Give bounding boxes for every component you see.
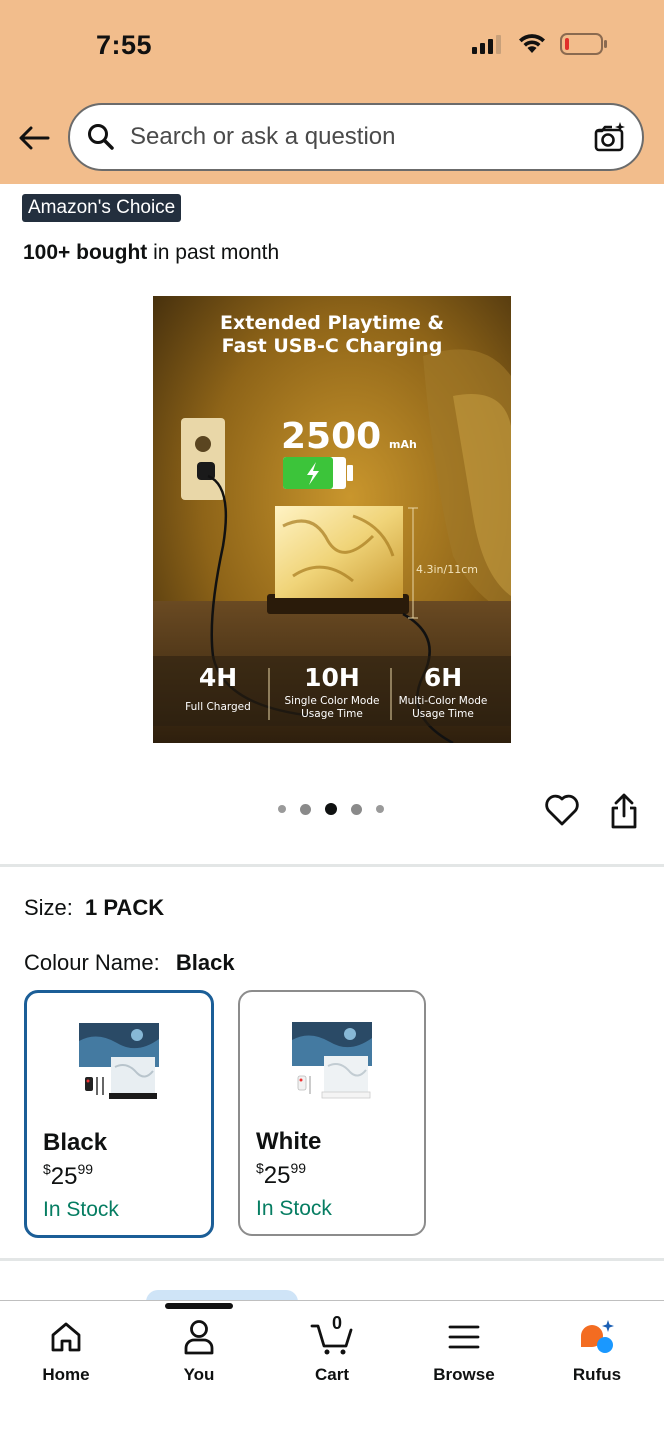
carousel-dot[interactable] <box>300 803 311 815</box>
app-header: 7:55 Search or ask a question <box>0 0 664 184</box>
price-fraction: 99 <box>290 1160 307 1176</box>
purchase-count: 100+ bought in past month <box>23 241 279 265</box>
stat-label-2a: Single Color Mode <box>285 695 380 707</box>
nav-label: Rufus <box>572 1365 622 1384</box>
product-page: 7:55 Search or ask a question Amazon's C… <box>0 0 664 1440</box>
colour-label: Colour Name: <box>24 950 160 975</box>
colour-swatch-black[interactable]: Black $2599 In Stock <box>24 990 214 1238</box>
colour-value: Black <box>175 950 235 975</box>
search-input[interactable]: Search or ask a question <box>130 123 592 151</box>
home-icon <box>46 1317 86 1357</box>
camera-search-icon[interactable] <box>592 119 628 155</box>
size-label: Size: <box>24 895 73 920</box>
rufus-icon <box>577 1317 617 1357</box>
image-headline-line2: Fast USB-C Charging <box>222 335 443 357</box>
colour-selector: Colour Name: Black <box>24 950 235 976</box>
swatch-price: $2599 <box>256 1160 306 1190</box>
share-icon[interactable] <box>608 792 640 830</box>
nav-browse[interactable]: Browse <box>409 1317 519 1385</box>
stat-label-1: Full Charged <box>185 701 251 713</box>
price-currency: $ <box>43 1161 51 1177</box>
battery-charging-icon <box>283 457 353 489</box>
status-time: 7:55 <box>96 30 153 60</box>
price-currency: $ <box>256 1160 264 1176</box>
nav-cart[interactable]: 0 Cart <box>277 1313 387 1385</box>
nav-you[interactable]: You <box>144 1317 254 1385</box>
swatch-name: White <box>256 1128 322 1155</box>
carousel-dots[interactable] <box>278 803 384 815</box>
stat-value-2: 10H <box>304 663 360 692</box>
battery-low-icon <box>560 33 607 55</box>
size-selector: Size: 1 PACK <box>24 895 164 921</box>
stock-status: In Stock <box>43 1198 119 1221</box>
price-whole: 25 <box>263 1162 291 1189</box>
swatch-name: Black <box>43 1129 108 1156</box>
nav-label: Cart <box>314 1365 349 1384</box>
swatch-thumbnail-white <box>292 1022 372 1099</box>
image-capacity: 2500 <box>281 416 381 457</box>
swatch-thumbnail-black <box>79 1023 159 1099</box>
image-capacity-unit: mAh <box>389 438 417 451</box>
cellular-signal-icon <box>472 35 501 54</box>
size-value: 1 PACK <box>85 895 165 920</box>
stat-value-1: 4H <box>199 663 237 692</box>
status-icons <box>472 32 608 56</box>
nav-label: Browse <box>433 1365 495 1384</box>
carousel-dot-active[interactable] <box>325 803 337 815</box>
stock-status: In Stock <box>256 1197 332 1220</box>
search-bar[interactable]: Search or ask a question <box>68 103 644 171</box>
swatch-price: $2599 <box>43 1161 93 1191</box>
section-divider <box>0 1258 664 1261</box>
back-button[interactable] <box>14 118 54 158</box>
image-dimension-text: 4.3in/11cm <box>416 563 478 576</box>
cart-count: 0 <box>332 1313 343 1333</box>
nav-label: You <box>183 1365 215 1384</box>
nav-rufus[interactable]: Rufus <box>542 1317 652 1385</box>
carousel-dot[interactable] <box>278 805 286 813</box>
purchase-count-bold: 100+ bought <box>23 241 148 264</box>
carousel-dot[interactable] <box>376 805 384 813</box>
price-fraction: 99 <box>77 1161 94 1177</box>
stat-value-3: 6H <box>424 663 462 692</box>
wishlist-heart-icon[interactable] <box>544 793 580 827</box>
search-icon <box>86 122 116 152</box>
stat-label-3a: Multi-Color Mode <box>399 695 488 707</box>
cart-icon: 0 <box>310 1313 354 1357</box>
image-headline-line1: Extended Playtime & <box>220 312 444 334</box>
carousel-dot[interactable] <box>351 803 362 815</box>
bottom-navigation: Home You 0 Cart Browse Rufus <box>0 1300 664 1440</box>
person-icon <box>179 1317 219 1357</box>
amazons-choice-badge: Amazon's Choice <box>22 194 182 222</box>
section-divider <box>0 864 664 867</box>
menu-icon <box>444 1317 484 1357</box>
product-image[interactable]: 4.3in/11cm Extended Playtime & Fast USB-… <box>153 296 511 743</box>
purchase-count-rest: in past month <box>147 241 280 264</box>
back-arrow-icon <box>19 126 50 150</box>
active-tab-indicator <box>165 1303 233 1309</box>
nav-home[interactable]: Home <box>11 1317 121 1385</box>
price-whole: 25 <box>50 1163 78 1190</box>
colour-swatch-white[interactable]: White $2599 In Stock <box>238 990 426 1236</box>
stat-label-2b: Usage Time <box>301 708 363 720</box>
nav-label: Home <box>42 1365 90 1384</box>
wifi-icon <box>519 34 545 53</box>
stat-label-3b: Usage Time <box>412 708 474 720</box>
